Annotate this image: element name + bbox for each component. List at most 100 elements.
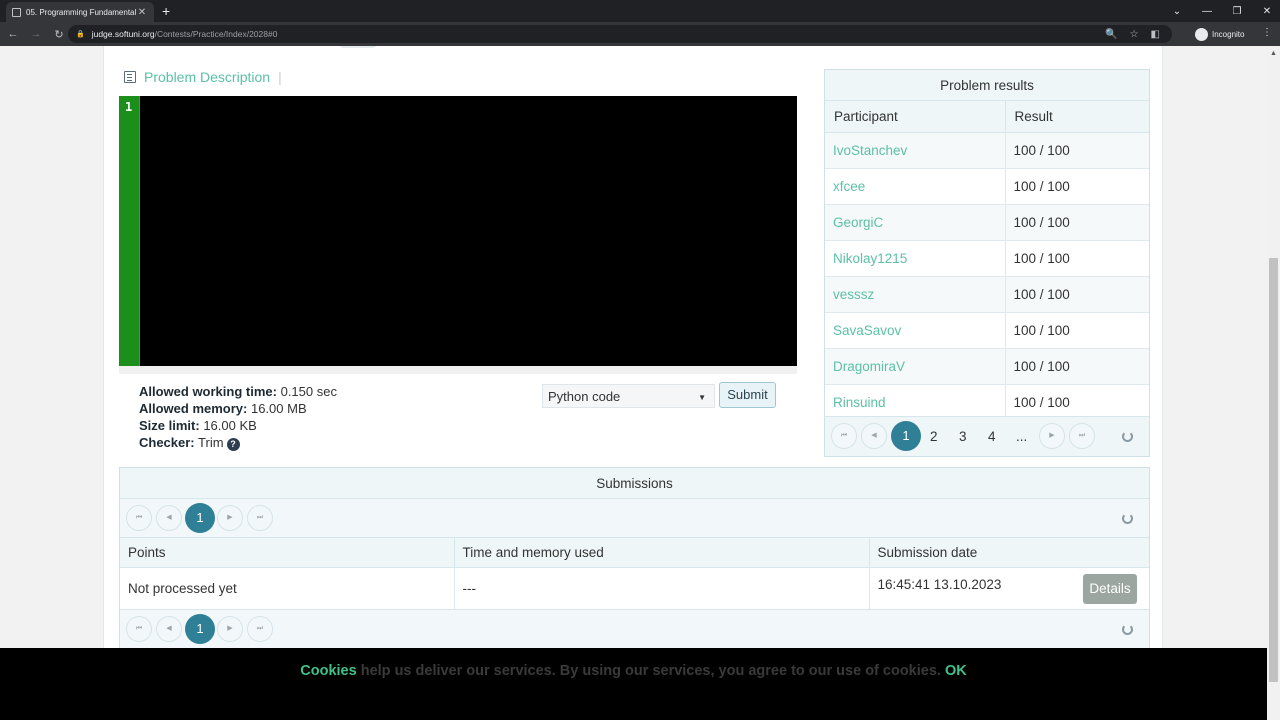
refresh-icon[interactable] — [1122, 431, 1133, 442]
cookie-banner: Cookies help us deliver our services. By… — [0, 648, 1267, 720]
result-cell: 100 / 100 — [1005, 276, 1149, 313]
limit-label: Allowed working time: — [139, 384, 277, 399]
results-table: Participant Result IvoStanchev 100 / 100 … — [825, 101, 1149, 421]
table-row: Nikolay1215 100 / 100 — [825, 240, 1149, 277]
window-controls: ⌄ — ❐ ✕ — [1172, 0, 1272, 22]
problem-description-link[interactable]: Problem Description | — [124, 69, 282, 85]
code-editor[interactable]: 1 — [119, 96, 797, 366]
memory-row: Allowed memory: 16.00 MB — [139, 400, 337, 417]
page-1-button[interactable]: 1 — [891, 421, 921, 451]
scroll-thumb[interactable] — [1269, 258, 1278, 682]
result-cell: 100 / 100 — [1005, 240, 1149, 277]
url-field[interactable]: 🔒 judge.softuni.org /Contests/Practice/I… — [68, 25, 1172, 43]
table-row: GeorgiC 100 / 100 — [825, 204, 1149, 241]
page-4-button[interactable]: 4 — [988, 429, 996, 444]
next-page-icon[interactable]: ▶ — [217, 505, 243, 531]
lock-icon[interactable]: 🔒 — [76, 30, 85, 38]
result-header[interactable]: Result — [1005, 101, 1149, 133]
next-page-icon[interactable]: ▶ — [217, 615, 243, 642]
restore-icon[interactable]: ❐ — [1232, 6, 1242, 17]
time-memory-cell: --- — [454, 567, 870, 610]
refresh-icon[interactable] — [1122, 513, 1133, 524]
working-time-row: Allowed working time: 0.150 sec — [139, 383, 337, 400]
page-1-button[interactable]: 1 — [185, 503, 215, 533]
submissions-pager-bottom: ⏮ ◀ 1 ▶ ⏭ — [120, 609, 1149, 648]
participant-link[interactable]: DragomiraV — [825, 348, 1006, 385]
separator: | — [278, 69, 282, 85]
tab-title: 05. Programming Fundamentals — [26, 7, 136, 17]
page-scrollbar[interactable]: ▲ — [1267, 46, 1280, 720]
first-page-icon[interactable]: ⏮ — [126, 505, 152, 531]
page-1-button[interactable]: 1 — [185, 613, 215, 644]
participant-link[interactable]: IvoStanchev — [825, 132, 1006, 169]
language-selected: Python code — [548, 388, 621, 404]
last-page-icon[interactable]: ⏭ — [247, 505, 273, 531]
participant-header[interactable]: Participant — [825, 101, 1006, 133]
next-page-icon[interactable]: ▶ — [1039, 423, 1065, 449]
limit-value: 16.00 MB — [250, 401, 307, 416]
editor-horizontal-scrollbar[interactable] — [119, 366, 797, 374]
checker-row: Checker: Trim? — [139, 434, 337, 451]
close-tab-icon[interactable]: ✕ — [136, 7, 148, 18]
page-2-button[interactable]: 2 — [930, 429, 938, 444]
points-cell: Not processed yet — [120, 567, 455, 610]
side-panel-icon[interactable]: ◧ — [1151, 29, 1160, 40]
problem-description-label: Problem Description — [144, 69, 271, 85]
submissions-panel: Submissions ⏮ ◀ 1 ▶ ⏭ Points Time and me… — [119, 467, 1150, 648]
table-row: vesssz 100 / 100 — [825, 276, 1149, 313]
profile-label: Incognito — [1212, 29, 1245, 39]
submit-button[interactable]: Submit — [719, 382, 776, 408]
limits-info: Allowed working time: 0.150 sec Allowed … — [139, 383, 337, 451]
participant-link[interactable]: vesssz — [825, 276, 1006, 313]
page-3-button[interactable]: 3 — [959, 429, 967, 444]
cookie-message: help us deliver our services. By using o… — [356, 663, 945, 679]
details-button[interactable]: Details — [1083, 573, 1137, 604]
limit-value: 0.150 sec — [280, 384, 337, 399]
incognito-profile[interactable]: Incognito — [1195, 26, 1244, 42]
cookie-ok-button[interactable]: OK — [945, 663, 967, 679]
forward-icon[interactable]: → — [26, 28, 46, 40]
more-pages-button[interactable]: ... — [1016, 429, 1027, 444]
participant-link[interactable]: Nikolay1215 — [825, 240, 1006, 277]
first-page-icon[interactable]: ⏮ — [831, 423, 857, 449]
line-number: 1 — [125, 100, 133, 114]
content-container: Problem Description | 1 Allowed working … — [103, 46, 1163, 648]
prev-page-icon[interactable]: ◀ — [861, 423, 887, 449]
participant-link[interactable]: GeorgiC — [825, 204, 1006, 241]
browser-menu-icon[interactable]: ⋮ — [1262, 27, 1272, 38]
browser-tab[interactable]: 05. Programming Fundamentals ✕ — [6, 2, 154, 22]
participant-link[interactable]: SavaSavov — [825, 312, 1006, 349]
points-header: Points — [120, 538, 455, 568]
dropdown-arrow-icon: ▼ — [698, 393, 706, 402]
zoom-icon[interactable]: 🔍 — [1105, 29, 1117, 40]
participant-link[interactable]: Rinsuind — [825, 384, 1006, 421]
scroll-up-icon[interactable]: ▲ — [1270, 50, 1277, 57]
language-select[interactable]: Python code ▼ — [542, 384, 715, 408]
limit-value: 16.00 KB — [203, 418, 257, 433]
help-icon[interactable]: ? — [226, 438, 240, 451]
new-tab-button[interactable]: + — [162, 2, 170, 20]
table-row: Rinsuind 100 / 100 — [825, 384, 1149, 421]
submission-date: 16:45:41 13.10.2023 — [877, 576, 1002, 592]
bookmark-star-icon[interactable]: ☆ — [1130, 29, 1139, 40]
problem-results-title: Problem results — [825, 70, 1149, 101]
back-icon[interactable]: ← — [3, 28, 23, 40]
first-page-icon[interactable]: ⏮ — [126, 615, 152, 642]
participant-link[interactable]: xfcee — [825, 168, 1006, 205]
limit-label: Size limit: — [139, 418, 200, 433]
result-cell: 100 / 100 — [1005, 168, 1149, 205]
submission-date-header: Submission date — [869, 538, 1149, 568]
minimize-icon[interactable]: — — [1202, 6, 1212, 17]
last-page-icon[interactable]: ⏭ — [1069, 423, 1095, 449]
close-window-icon[interactable]: ✕ — [1262, 6, 1272, 17]
refresh-icon[interactable] — [1122, 623, 1133, 635]
url-path: /Contests/Practice/Index/2028#0 — [154, 29, 278, 39]
prev-page-icon[interactable]: ◀ — [156, 615, 182, 642]
table-row: DragomiraV 100 / 100 — [825, 348, 1149, 385]
prev-page-icon[interactable]: ◀ — [156, 505, 182, 531]
reload-icon[interactable]: ↻ — [49, 28, 69, 41]
last-page-icon[interactable]: ⏭ — [247, 615, 273, 642]
incognito-icon — [1195, 27, 1208, 41]
tab-search-icon[interactable]: ⌄ — [1172, 6, 1182, 17]
result-cell: 100 / 100 — [1005, 312, 1149, 349]
